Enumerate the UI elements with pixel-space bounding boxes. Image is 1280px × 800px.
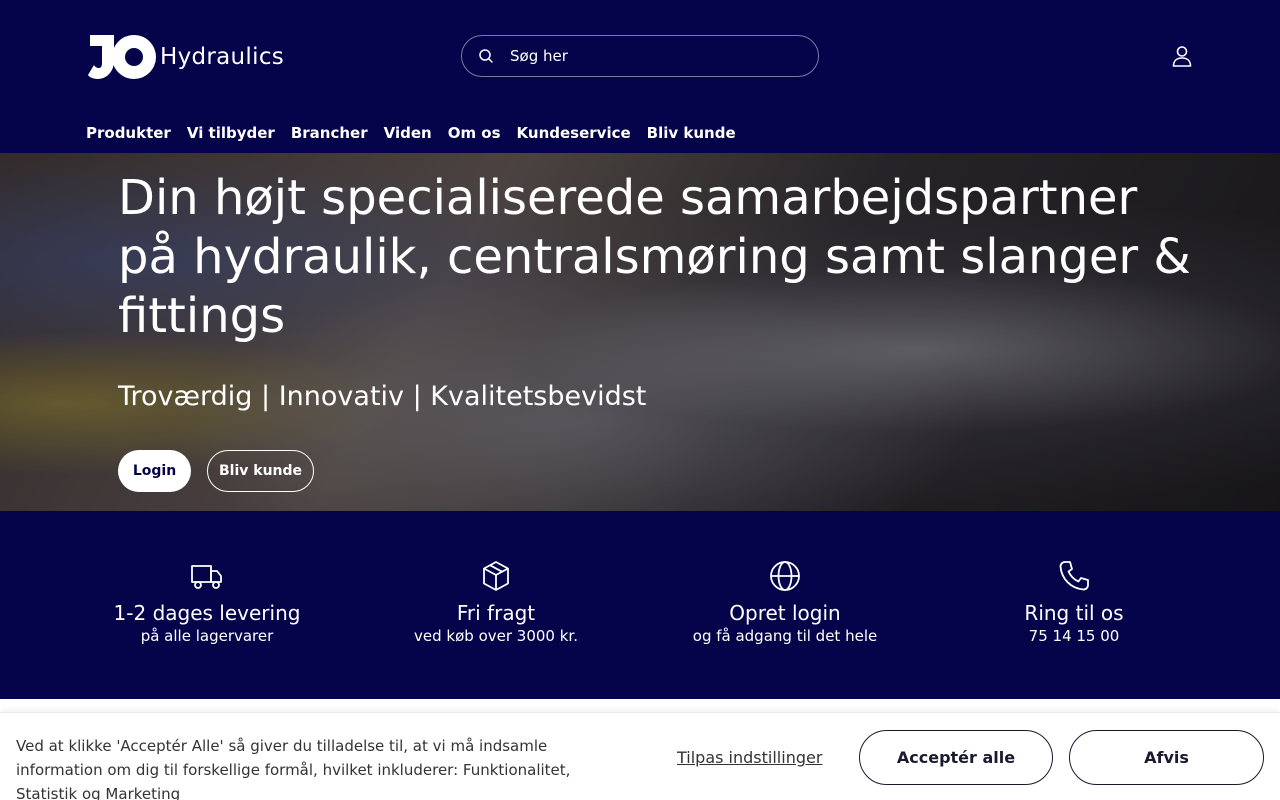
feature-create-login: Opret login og få adgang til det hele: [640, 559, 930, 645]
nav-item-viden[interactable]: Viden: [384, 124, 432, 142]
globe-icon: [770, 561, 800, 591]
logo-mark-icon: [88, 35, 156, 79]
user-icon[interactable]: [1171, 45, 1193, 67]
feature-subtitle: og få adgang til det hele: [692, 627, 878, 645]
search-input[interactable]: [510, 47, 790, 65]
feature-delivery: 1-2 dages levering på alle lagervarer: [62, 559, 352, 645]
cookie-banner: Ved at klikke 'Acceptér Alle' så giver d…: [0, 712, 1280, 800]
feature-title: Ring til os: [1024, 601, 1124, 625]
nav-item-vi-tilbyder[interactable]: Vi tilbyder: [187, 124, 275, 142]
hero-title: Din højt specialiserede samarbejdspartne…: [118, 170, 1191, 344]
accept-all-button[interactable]: Acceptér alle: [859, 730, 1053, 785]
cookie-consent-text: Ved at klikke 'Acceptér Alle' så giver d…: [16, 737, 571, 800]
become-customer-button[interactable]: Bliv kunde: [207, 450, 314, 492]
feature-title: 1-2 dages levering: [113, 601, 301, 625]
features-bar: 1-2 dages levering på alle lagervarer Fr…: [0, 511, 1280, 699]
phone-icon: [1059, 561, 1089, 591]
search-bar[interactable]: [461, 35, 819, 77]
hero-banner: Din højt specialiserede samarbejdspartne…: [0, 153, 1280, 511]
nav-item-bliv-kunde[interactable]: Bliv kunde: [647, 124, 736, 142]
logo-text: Hydraulics: [160, 44, 285, 70]
box-icon: [483, 561, 509, 591]
nav-item-kundeservice[interactable]: Kundeservice: [517, 124, 631, 142]
feature-title: Opret login: [729, 601, 841, 625]
search-icon: [479, 49, 493, 63]
feature-free-shipping: Fri fragt ved køb over 3000 kr.: [351, 559, 641, 645]
nav-item-om-os[interactable]: Om os: [448, 124, 501, 142]
phone-number[interactable]: 75 14 15 00: [929, 627, 1219, 645]
feature-call-us: Ring til os 75 14 15 00: [929, 559, 1219, 645]
site-header: Hydraulics Produkter Vi tilbyder Branche…: [0, 0, 1280, 153]
main-nav: Produkter Vi tilbyder Brancher Viden Om …: [86, 124, 752, 142]
feature-subtitle: på alle lagervarer: [140, 627, 274, 645]
login-button[interactable]: Login: [118, 450, 191, 492]
hero-subtitle: Troværdig | Innovativ | Kvalitetsbevidst: [118, 381, 647, 412]
logo[interactable]: Hydraulics: [88, 34, 284, 80]
nav-item-brancher[interactable]: Brancher: [291, 124, 368, 142]
customize-settings-link[interactable]: Tilpas indstillinger: [677, 748, 822, 767]
truck-icon: [191, 565, 222, 589]
reject-button[interactable]: Afvis: [1069, 730, 1264, 785]
feature-subtitle: ved køb over 3000 kr.: [414, 627, 578, 645]
nav-item-produkter[interactable]: Produkter: [86, 124, 171, 142]
feature-title: Fri fragt: [456, 601, 536, 625]
